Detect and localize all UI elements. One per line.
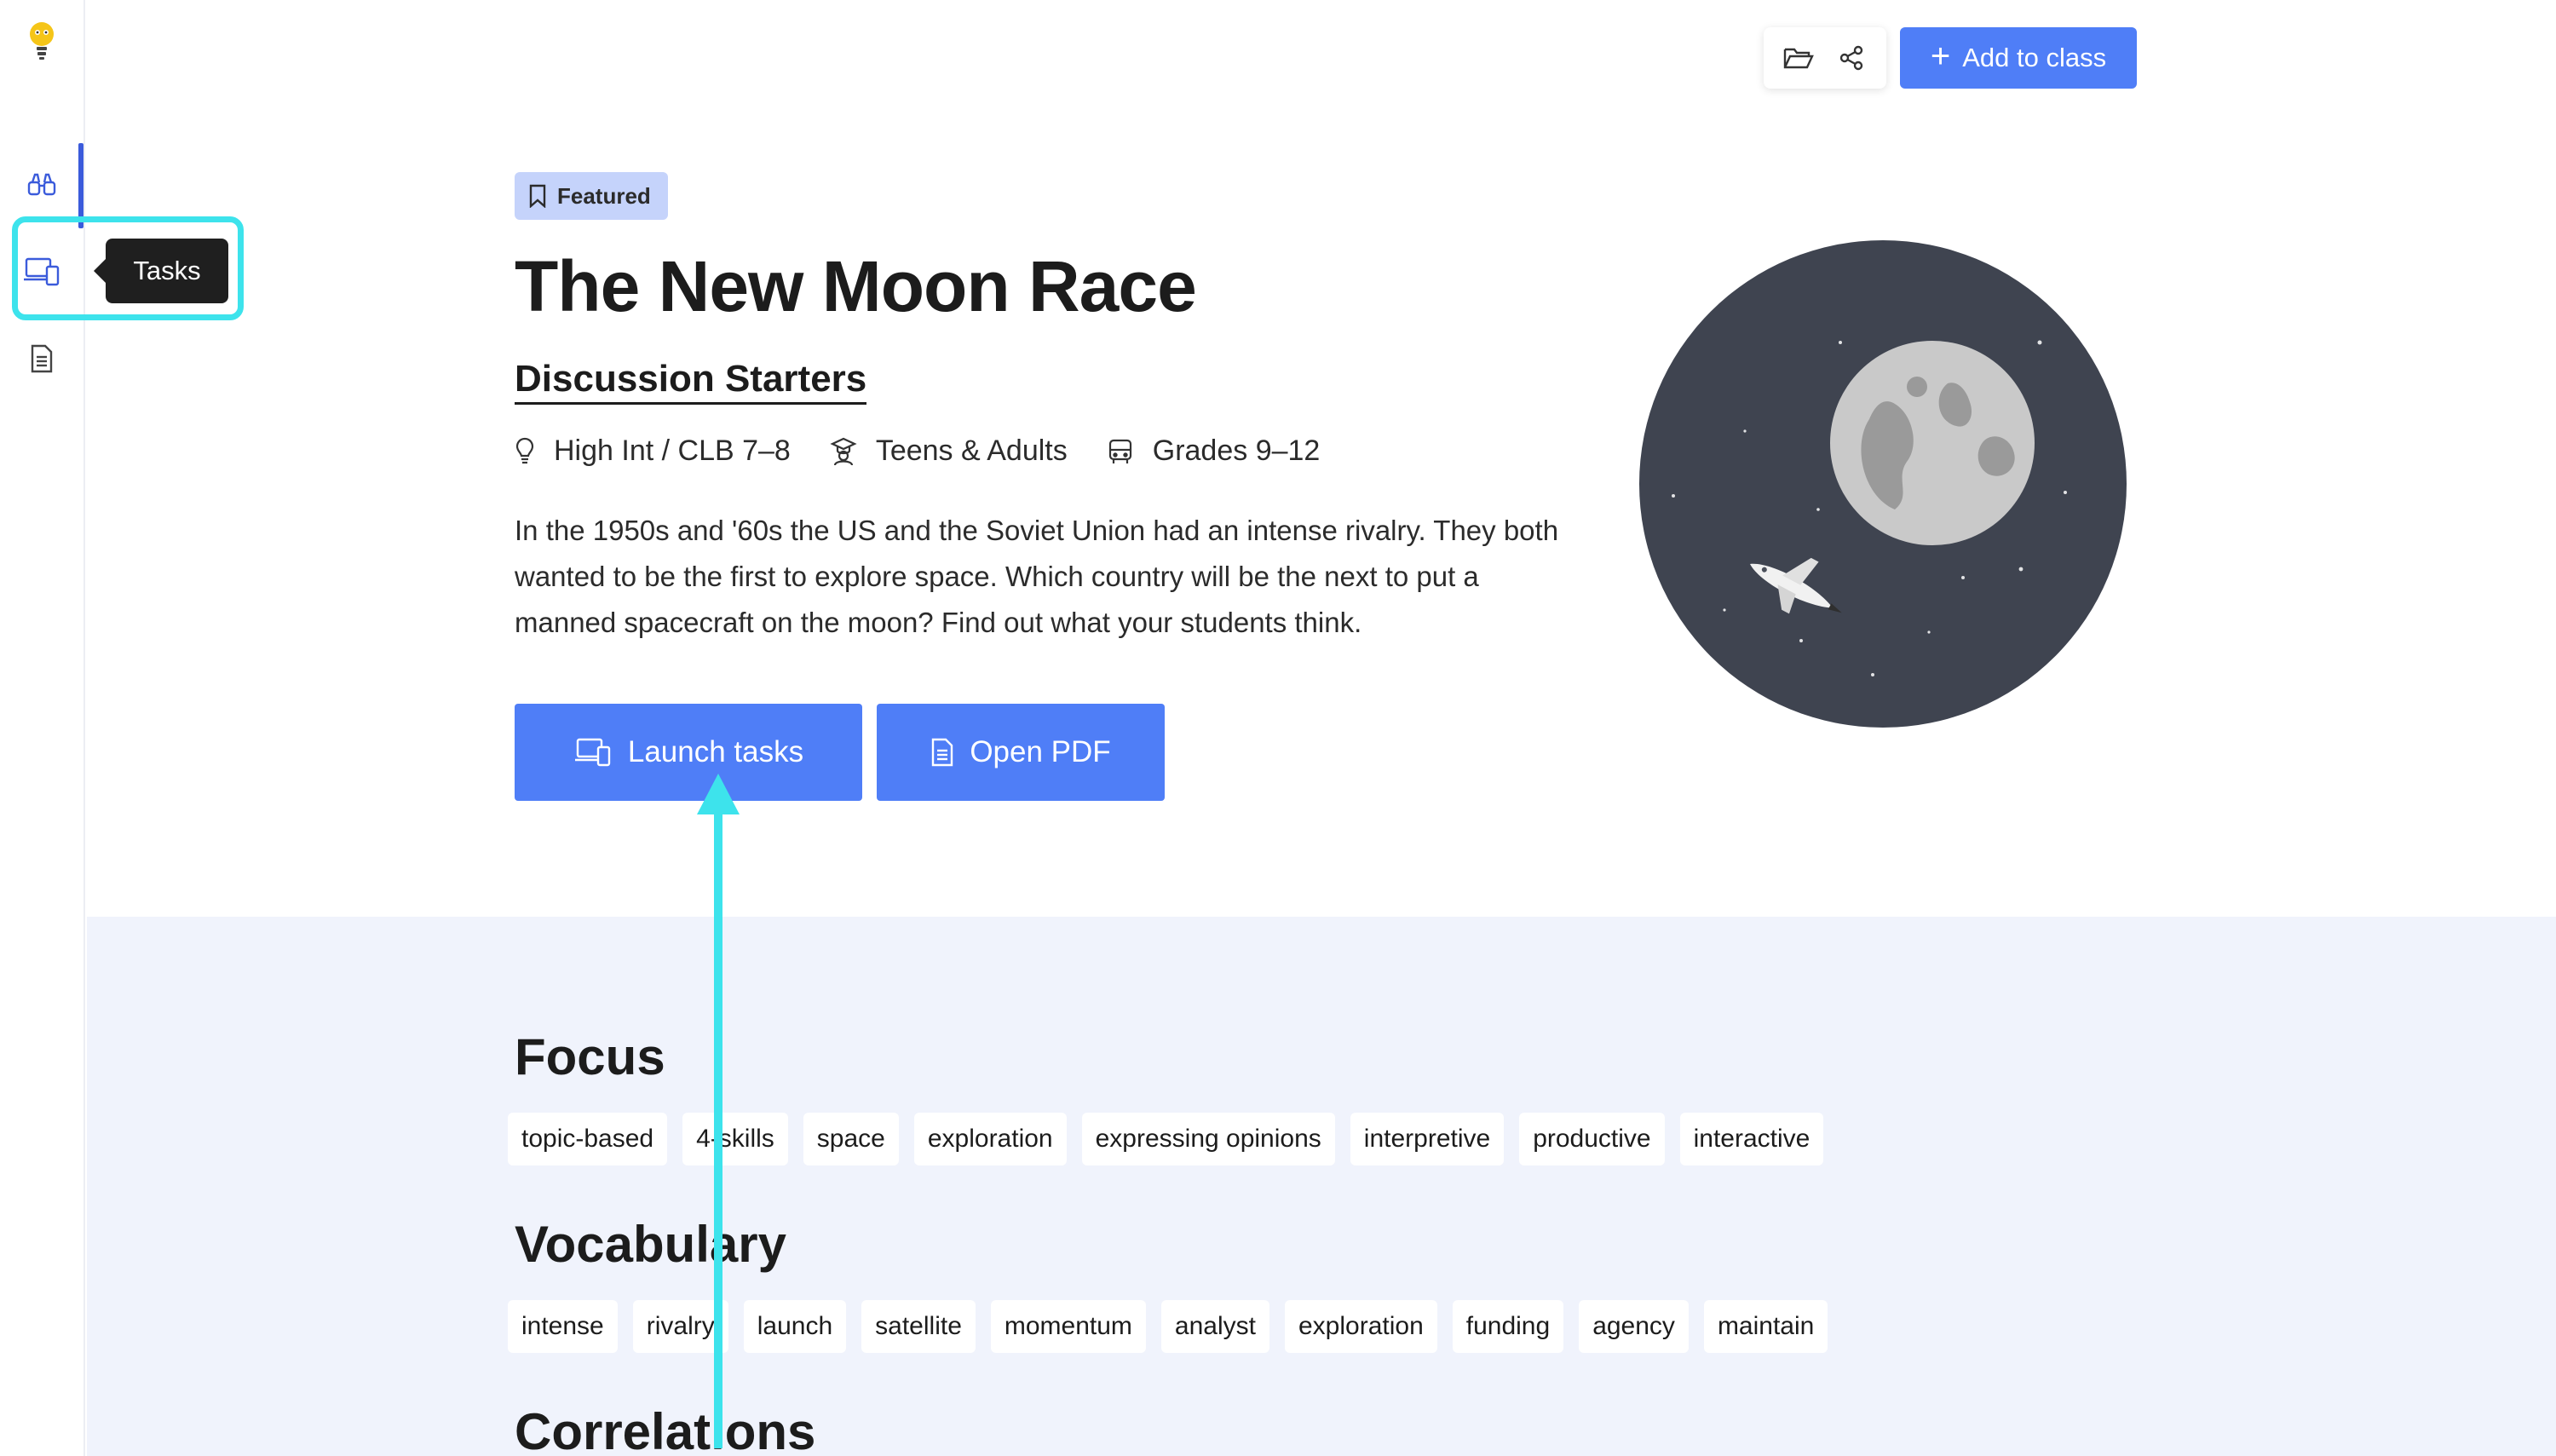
document-icon[interactable] bbox=[22, 339, 61, 378]
focus-tag: space bbox=[803, 1113, 899, 1165]
moon-illustration bbox=[1639, 240, 2127, 728]
focus-tag: expressing opinions bbox=[1081, 1113, 1335, 1165]
focus-tag: 4-skills bbox=[682, 1113, 788, 1165]
focus-tag: topic-based bbox=[508, 1113, 668, 1165]
page-title: The New Moon Race bbox=[515, 246, 1197, 326]
add-to-class-button[interactable]: + Add to class bbox=[1900, 27, 2137, 89]
lightbulb-logo-icon[interactable] bbox=[24, 17, 60, 65]
focus-heading: Focus bbox=[515, 1028, 665, 1085]
folder-icon[interactable] bbox=[1775, 34, 1822, 82]
vocabulary-tag: exploration bbox=[1284, 1300, 1437, 1353]
lesson-description: In the 1950s and '60s the US and the Sov… bbox=[515, 515, 1559, 638]
vocabulary-tag: rivalry bbox=[632, 1300, 728, 1353]
correlations-heading: Correlations bbox=[515, 1403, 816, 1456]
active-nav-indicator bbox=[78, 143, 83, 228]
open-pdf-button[interactable]: Open PDF bbox=[877, 704, 1165, 801]
vocabulary-tags: intense rivalry launch satellite momentum ana… bbox=[508, 1300, 1828, 1353]
grades-text: Grades 9–12 bbox=[1152, 434, 1321, 467]
vocabulary-tag: analyst bbox=[1160, 1300, 1269, 1353]
vocabulary-tag: launch bbox=[743, 1300, 847, 1353]
vocabulary-tag: funding bbox=[1452, 1300, 1564, 1353]
audience-meta: Teens & Adults bbox=[830, 434, 1068, 468]
details-section bbox=[87, 917, 2556, 1456]
focus-tags: topic-based 4-skills space exploration expre… bbox=[508, 1113, 1824, 1165]
add-to-class-label: Add to class bbox=[1962, 43, 2107, 72]
level-text: High Int / CLB 7–8 bbox=[554, 434, 791, 467]
lightbulb-icon bbox=[515, 437, 534, 463]
grades-meta: Grades 9–12 bbox=[1107, 434, 1321, 468]
lesson-meta: High Int / CLB 7–8 Teens & Adults Grades… bbox=[515, 434, 1359, 468]
school-bus-icon bbox=[1108, 439, 1131, 463]
share-icon[interactable] bbox=[1828, 34, 1875, 82]
toolbar-group bbox=[1764, 27, 1886, 89]
plus-icon: + bbox=[1930, 37, 1951, 75]
devices-icon bbox=[574, 738, 611, 767]
focus-tag: exploration bbox=[913, 1113, 1067, 1165]
vocabulary-tag: satellite bbox=[861, 1300, 976, 1353]
launch-tasks-label: Launch tasks bbox=[627, 735, 804, 768]
bookmark-icon bbox=[529, 184, 546, 208]
lesson-type-link[interactable]: Discussion Starters bbox=[515, 358, 867, 405]
vocabulary-tag: intense bbox=[508, 1300, 618, 1353]
audience-text: Teens & Adults bbox=[875, 434, 1068, 467]
focus-tag: productive bbox=[1519, 1113, 1665, 1165]
vocabulary-heading: Vocabulary bbox=[515, 1216, 787, 1273]
level-meta: High Int / CLB 7–8 bbox=[515, 434, 791, 468]
open-pdf-label: Open PDF bbox=[970, 735, 1111, 768]
vocabulary-tag: maintain bbox=[1703, 1300, 1828, 1353]
launch-tasks-button[interactable]: Launch tasks bbox=[515, 704, 862, 801]
student-icon bbox=[830, 437, 857, 465]
focus-tag: interpretive bbox=[1350, 1113, 1505, 1165]
document-icon bbox=[932, 738, 953, 767]
tasks-tooltip: Tasks bbox=[94, 239, 228, 303]
binoculars-icon[interactable] bbox=[22, 165, 61, 204]
featured-label: Featured bbox=[557, 182, 651, 209]
vocabulary-tag: momentum bbox=[990, 1300, 1146, 1353]
focus-tag: interactive bbox=[1679, 1113, 1824, 1165]
vocabulary-tag: agency bbox=[1579, 1300, 1689, 1353]
featured-badge: Featured bbox=[515, 172, 668, 220]
